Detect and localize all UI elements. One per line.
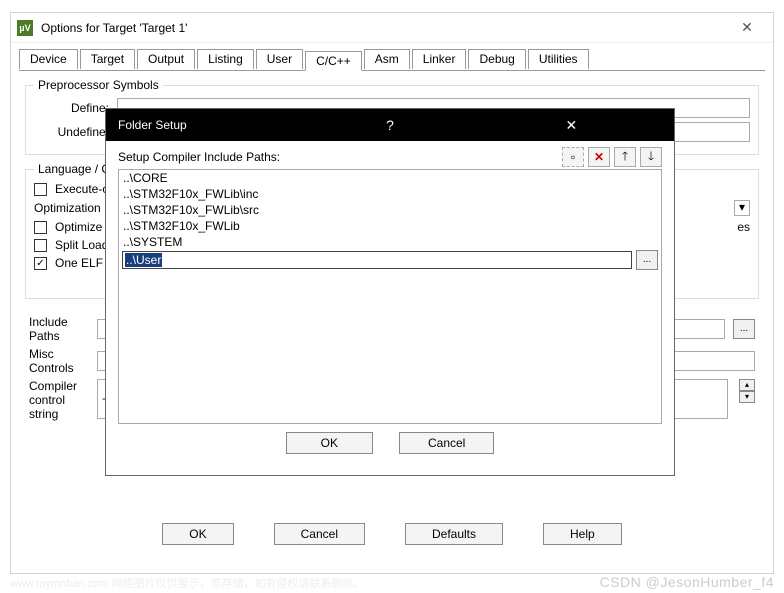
modal-ok-button[interactable]: OK [286,432,373,454]
include-paths-label: Include Paths [29,315,89,343]
cc-string-scroll: ▴ ▾ [739,379,755,403]
tab-output[interactable]: Output [137,49,195,69]
tab-row: Device Target Output Listing User C/C++ … [11,43,773,70]
exec-checkbox[interactable] [34,183,47,196]
tab-debug[interactable]: Debug [468,49,525,69]
help-button[interactable]: Help [543,523,622,545]
new-path-button[interactable]: ▫ [562,147,584,167]
watermark-footer: www.toymoban.com 网络图片仅供展示，非存储，如有侵权请联系删除。 [10,575,364,591]
main-button-row: OK Cancel Defaults Help [19,523,765,545]
arrow-down-icon: 🡓 [648,147,654,168]
cc-string-label: Compiler control string [29,379,89,421]
path-item[interactable]: ..\CORE [119,170,661,186]
app-icon: µV [17,20,33,36]
folder-setup-dialog: Folder Setup ? ✕ Setup Compiler Include … [105,108,675,476]
modal-button-row: OK Cancel [118,432,662,454]
tab-target[interactable]: Target [80,49,135,69]
new-icon: ▫ [571,150,575,164]
path-item[interactable]: ..\STM32F10x_FWLib [119,218,661,234]
tab-user[interactable]: User [256,49,303,69]
warnings-suffix: es [737,220,750,234]
path-item[interactable]: ..\STM32F10x_FWLib\inc [119,186,661,202]
tab-utilities[interactable]: Utilities [528,49,589,69]
defaults-button[interactable]: Defaults [405,523,503,545]
move-up-button[interactable]: 🡑 [614,147,636,167]
watermark: CSDN @JesonHumber_f4 [600,574,774,590]
delete-path-button[interactable]: ✕ [588,147,610,167]
modal-titlebar: Folder Setup ? ✕ [106,109,674,141]
path-item[interactable]: ..\STM32F10x_FWLib\src [119,202,661,218]
opt-time-checkbox[interactable] [34,221,47,234]
opt-label: Optimization [34,201,101,215]
path-edit-row: ..\User ... [119,250,661,270]
preproc-legend: Preprocessor Symbols [34,78,163,92]
window-title: Options for Target 'Target 1' [41,21,727,35]
path-list[interactable]: ..\CORE ..\STM32F10x_FWLib\inc ..\STM32F… [118,169,662,424]
path-item[interactable]: ..\SYSTEM [119,234,661,250]
undefine-label: Undefine: [34,125,109,139]
define-label: Define: [34,101,109,115]
arrow-up-icon: 🡑 [622,147,628,168]
ok-button[interactable]: OK [162,523,233,545]
include-browse-button[interactable]: ... [733,319,755,339]
path-browse-button[interactable]: ... [636,250,658,270]
one-elf-checkbox[interactable] [34,257,47,270]
tab-asm[interactable]: Asm [364,49,410,69]
titlebar: µV Options for Target 'Target 1' ✕ [11,13,773,43]
delete-icon: ✕ [594,150,604,164]
modal-title-text: Folder Setup [118,118,299,132]
misc-controls-label: Misc Controls [29,347,89,375]
tab-linker[interactable]: Linker [412,49,467,69]
modal-cancel-button[interactable]: Cancel [399,432,494,454]
help-icon[interactable]: ? [299,117,480,133]
dropdown-arrow-icon[interactable]: ▾ [734,200,750,216]
split-checkbox[interactable] [34,239,47,252]
tab-device[interactable]: Device [19,49,78,69]
modal-close-icon[interactable]: ✕ [481,117,662,134]
close-icon[interactable]: ✕ [727,19,767,36]
tab-listing[interactable]: Listing [197,49,254,69]
path-edit-input[interactable]: ..\User [122,251,632,269]
tab-c-cpp[interactable]: C/C++ [305,51,362,71]
move-down-button[interactable]: 🡓 [640,147,662,167]
scroll-down-icon[interactable]: ▾ [739,391,755,403]
paths-label: Setup Compiler Include Paths: [118,150,558,164]
scroll-up-icon[interactable]: ▴ [739,379,755,391]
cancel-button[interactable]: Cancel [274,523,365,545]
